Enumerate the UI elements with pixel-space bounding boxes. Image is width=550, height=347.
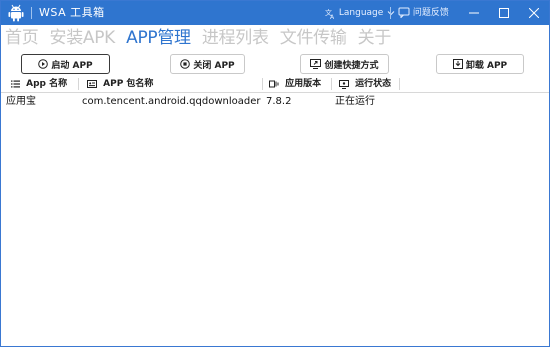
titlebar-divider [390,7,391,19]
column-header-app-version[interactable]: 应用版本 [269,77,321,91]
language-selector[interactable]: 文 A Language [325,6,396,21]
status-monitor-icon [339,79,349,89]
table-row[interactable]: 应用宝 com.tencent.android.qqdownloader 7.8… [1,94,549,110]
create-shortcut-button[interactable]: 创建快捷方式 [300,54,389,74]
title-bar[interactable]: WSA 工具箱 文 A Language 问题反馈 [1,1,549,25]
table-header: App 名称 APP 包名称 应用版本 运行状态 [1,76,549,93]
column-divider[interactable] [399,78,400,90]
uninstall-app-label: 卸载 APP [465,60,508,71]
android-icon [8,4,24,22]
version-icon [269,80,279,88]
nav-home[interactable]: 首页 [5,25,39,51]
minimize-icon [469,12,479,14]
create-shortcut-label: 创建快捷方式 [324,60,379,71]
cell-app-name: 应用宝 [6,96,36,107]
play-circle-icon [38,59,49,69]
cell-app-version: 7.8.2 [266,96,292,107]
nav-file-transfer[interactable]: 文件传输 [280,25,347,51]
column-divider[interactable] [262,78,263,90]
cell-run-status: 正在运行 [335,96,375,107]
feedback-label: 问题反馈 [412,8,449,18]
list-icon [11,80,20,88]
column-header-package-name[interactable]: APP 包名称 [87,77,153,91]
column-header-app-name[interactable]: App 名称 [11,77,67,91]
stop-circle-icon [180,59,191,69]
maximize-icon [499,8,509,18]
main-nav: 首页 安装APK APP管理 进程列表 文件传输 关于 [5,25,397,51]
chevron-down-icon [387,11,395,16]
start-app-button[interactable]: 启动 APP [21,54,110,74]
close-button[interactable] [519,1,549,25]
language-label: Language [338,8,384,18]
window-title: WSA 工具箱 [39,6,105,19]
nav-app-management[interactable]: APP管理 [126,25,191,51]
close-app-button[interactable]: 关闭 APP [170,54,245,74]
nav-about[interactable]: 关于 [358,25,392,51]
package-card-icon [87,80,97,88]
maximize-button[interactable] [489,1,519,25]
column-header-run-status[interactable]: 运行状态 [339,77,391,91]
close-icon [529,8,539,18]
app-window: WSA 工具箱 文 A Language 问题反馈 首页 安装APK APP管理… [0,0,550,347]
start-app-label: 启动 APP [51,60,93,71]
column-divider[interactable] [331,78,332,90]
uninstall-icon [452,59,463,69]
close-app-label: 关闭 APP [193,60,235,71]
shortcut-monitor-icon [310,59,322,69]
uninstall-app-button[interactable]: 卸载 APP [436,54,524,74]
svg-text:A: A [330,14,335,19]
feedback-link[interactable]: 问题反馈 [398,6,449,20]
feedback-icon [398,7,410,19]
cell-package-name: com.tencent.android.qqdownloader [82,96,261,107]
nav-process-list[interactable]: 进程列表 [202,25,269,51]
titlebar-divider [31,7,32,19]
nav-install-apk[interactable]: 安装APK [50,25,116,51]
column-divider[interactable] [78,78,79,90]
translate-icon: 文 A [325,8,335,21]
minimize-button[interactable] [459,1,489,25]
